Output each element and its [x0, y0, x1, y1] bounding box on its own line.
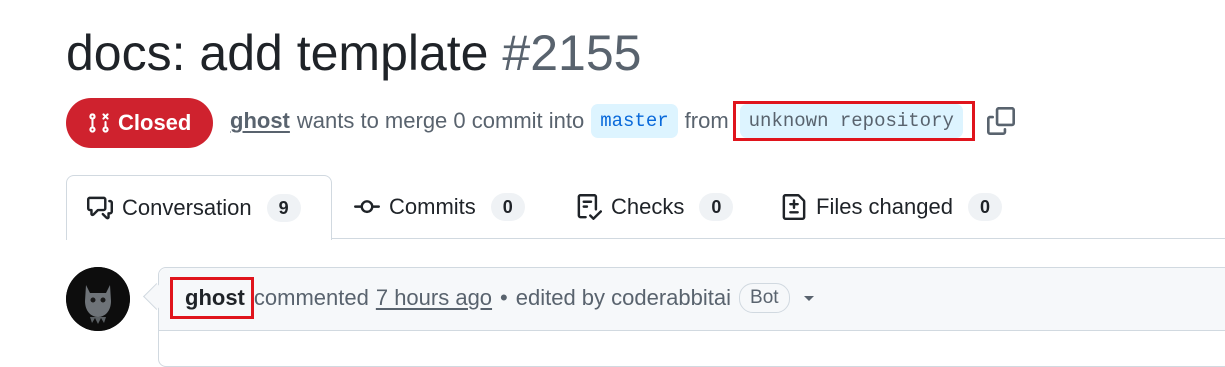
edited-by-dropdown[interactable]: edited by coderabbitai [516, 285, 731, 311]
file-diff-icon [782, 194, 806, 220]
tab-commits[interactable]: Commits 0 [354, 175, 525, 239]
from-text: from [684, 108, 729, 133]
tab-checks-label: Checks [611, 194, 685, 219]
status-badge: Closed [66, 98, 213, 148]
tab-files-changed-count: 0 [967, 193, 1002, 221]
tab-checks[interactable]: Checks 0 [576, 175, 734, 239]
pr-tabs: Conversation 9 Commits 0 Checks 0 Files … [0, 175, 1225, 240]
comment-action: commented [253, 285, 369, 310]
tab-conversation[interactable]: Conversation 9 [66, 175, 332, 240]
comment-author-link[interactable]: ghost [170, 277, 254, 319]
comment-timestamp[interactable]: 7 hours ago [376, 285, 492, 311]
chevron-down-icon[interactable] [802, 293, 816, 303]
bot-badge: Bot [739, 283, 790, 313]
tab-conversation-label: Conversation [122, 195, 252, 220]
pr-meta: ghost wants to merge 0 commit into maste… [230, 100, 1015, 142]
pr-author-link[interactable]: ghost [230, 108, 290, 134]
tab-conversation-count: 9 [266, 194, 301, 222]
base-branch[interactable]: master [591, 104, 678, 138]
tab-commits-label: Commits [389, 194, 476, 219]
pr-title: docs: add template [66, 25, 489, 81]
checklist-icon [577, 194, 602, 220]
git-commit-icon [354, 200, 380, 214]
page-title: docs: add template #2155 [66, 22, 641, 84]
status-label: Closed [118, 110, 192, 135]
tab-commits-count: 0 [490, 193, 525, 221]
copy-icon[interactable] [986, 107, 1015, 135]
tab-checks-count: 0 [699, 193, 734, 221]
comment-meta: ghost commented 7 hours ago • edited by … [170, 277, 816, 319]
ghost-avatar-icon [66, 267, 130, 331]
tab-files-changed-label: Files changed [816, 194, 953, 219]
pr-number: #2155 [502, 25, 642, 81]
comment-discussion-icon [87, 196, 113, 220]
merge-text: wants to merge 0 commit into [296, 108, 585, 133]
avatar[interactable] [66, 267, 130, 331]
head-branch[interactable]: unknown repository [739, 104, 963, 138]
git-pull-request-closed-icon [89, 113, 109, 133]
tab-files-changed[interactable]: Files changed 0 [781, 175, 1002, 239]
head-branch-highlight: unknown repository [732, 101, 975, 141]
separator-dot: • [500, 285, 508, 310]
